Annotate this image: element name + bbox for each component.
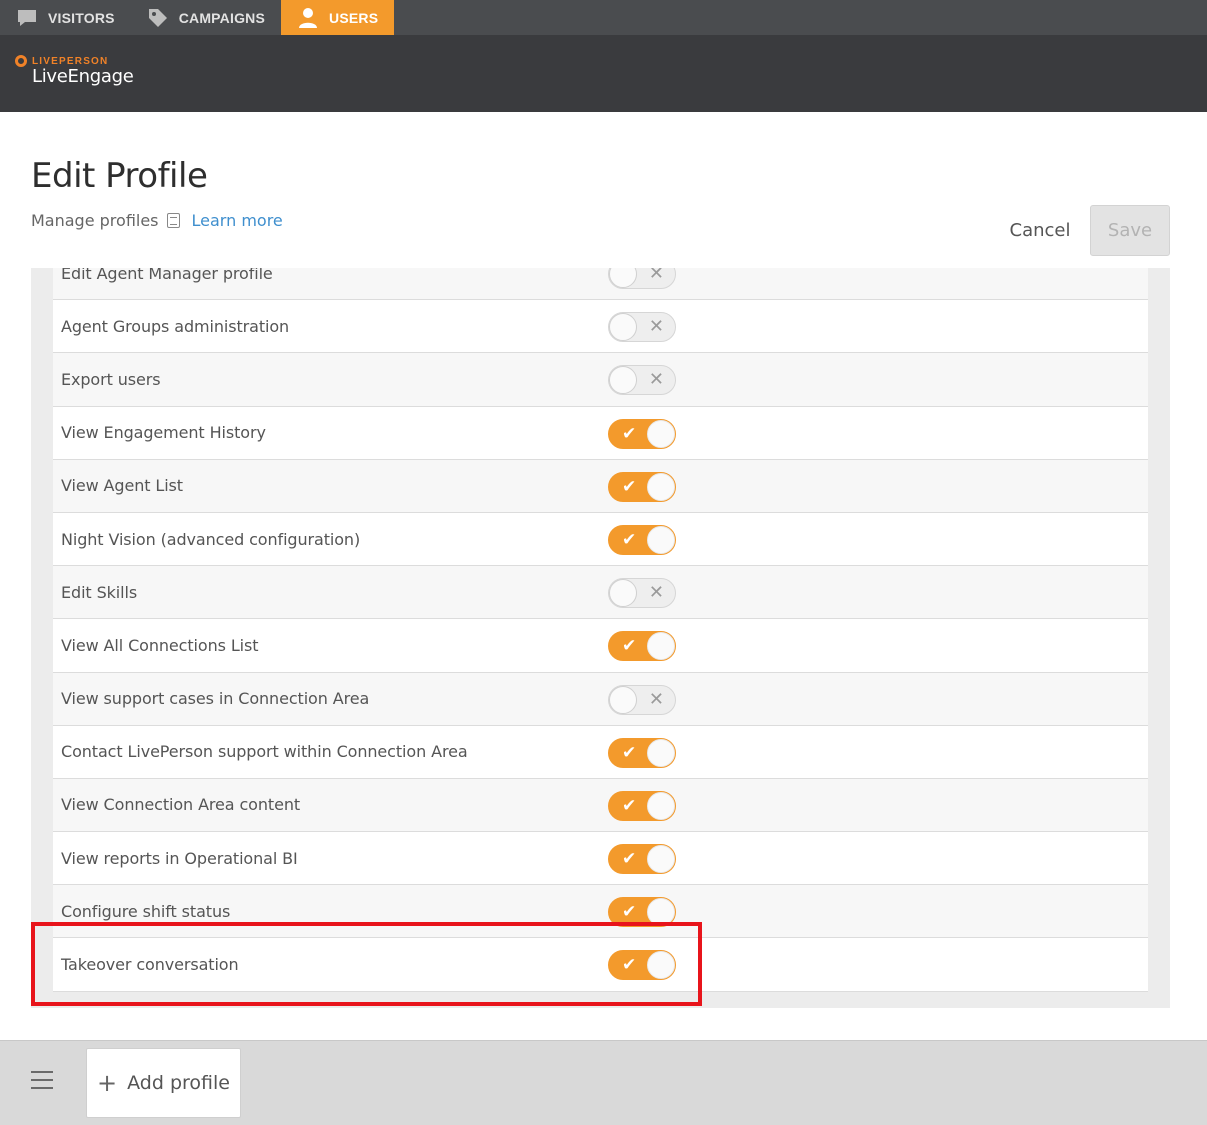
tab-campaigns[interactable]: CAMPAIGNS — [131, 0, 281, 35]
permission-row: Configure shift status ✔ — [53, 885, 1148, 939]
page-subtitle: Manage profiles Learn more — [31, 211, 283, 230]
toggle-knob — [609, 579, 637, 608]
toggle-knob — [647, 951, 675, 980]
permission-label: View Engagement History — [61, 423, 266, 443]
check-icon: ✔ — [622, 902, 637, 923]
permission-row: Night Vision (advanced configuration) ✔ — [53, 512, 1148, 567]
permissions-list: Edit Agent Manager profile ✕ Agent Groups … — [53, 268, 1148, 992]
permission-toggle[interactable]: ✕ — [608, 578, 676, 609]
chat-bubble-icon — [16, 7, 38, 29]
add-profile-button[interactable]: + Add profile — [86, 1048, 241, 1118]
tab-users[interactable]: USERS — [281, 0, 395, 35]
toggle-knob — [609, 313, 637, 342]
permission-row: View reports in Operational BI ✔ — [53, 832, 1148, 886]
permission-toggle[interactable]: ✔ — [608, 790, 676, 821]
toggle-knob — [647, 898, 675, 927]
add-profile-label: Add profile — [127, 1072, 230, 1094]
permission-toggle[interactable]: ✔ — [608, 897, 676, 928]
toggle-knob — [609, 366, 637, 395]
toggle-knob — [647, 738, 675, 767]
plus-icon: + — [97, 1069, 118, 1097]
check-icon: ✔ — [622, 955, 637, 976]
permission-toggle[interactable]: ✕ — [608, 312, 676, 343]
permission-row: View All Connections List ✔ — [53, 619, 1148, 673]
permission-toggle[interactable]: ✔ — [608, 471, 676, 502]
permission-row: Contact LivePerson support within Connec… — [53, 725, 1148, 779]
permission-label: View Connection Area content — [61, 795, 301, 815]
toggle-knob — [609, 268, 637, 288]
permission-label: View reports in Operational BI — [61, 848, 298, 868]
permission-row: View Connection Area content ✔ — [53, 778, 1148, 833]
permission-toggle[interactable]: ✔ — [608, 631, 676, 662]
toggle-knob — [647, 525, 675, 554]
check-icon: ✔ — [622, 476, 637, 497]
toggle-knob — [647, 845, 675, 874]
permission-label: View All Connections List — [61, 635, 259, 655]
permission-label: Edit Agent Manager profile — [61, 268, 273, 283]
tab-visitors[interactable]: VISITORS — [0, 0, 131, 35]
permission-toggle[interactable]: ✕ — [608, 268, 676, 289]
permission-row: Edit Agent Manager profile ✕ — [53, 268, 1148, 301]
app-header: LIVEPERSON LiveEngage — [0, 35, 1207, 112]
user-icon — [297, 7, 319, 29]
liveperson-logo[interactable]: LIVEPERSON LiveEngage — [15, 55, 134, 87]
permission-toggle[interactable]: ✕ — [608, 365, 676, 396]
permission-label: View support cases in Connection Area — [61, 689, 370, 709]
check-icon: ✔ — [622, 529, 637, 550]
x-icon: ✕ — [648, 688, 664, 710]
x-icon: ✕ — [648, 268, 664, 284]
cancel-button[interactable]: Cancel — [1000, 213, 1080, 247]
toggle-knob — [647, 419, 675, 448]
permission-label: Agent Groups administration — [61, 316, 290, 336]
document-icon — [166, 213, 180, 228]
tab-users-label: USERS — [329, 9, 379, 26]
permission-toggle[interactable]: ✔ — [608, 950, 676, 981]
check-icon: ✔ — [622, 742, 637, 763]
check-icon: ✔ — [622, 795, 637, 816]
footer-bar: + Add profile — [0, 1040, 1207, 1125]
hamburger-menu-icon[interactable] — [31, 1071, 53, 1091]
tab-visitors-label: VISITORS — [48, 9, 115, 26]
tab-campaigns-label: CAMPAIGNS — [178, 9, 266, 26]
logo-ring-icon — [15, 55, 27, 67]
toggle-knob — [609, 685, 637, 714]
permission-toggle[interactable]: ✕ — [608, 684, 676, 715]
permission-toggle[interactable]: ✔ — [608, 418, 676, 449]
logo-brand: LIVEPERSON — [32, 55, 109, 67]
check-icon: ✔ — [622, 849, 637, 870]
x-icon: ✕ — [648, 316, 664, 338]
save-button[interactable]: Save — [1090, 205, 1170, 256]
permission-label: Takeover conversation — [61, 955, 239, 975]
permission-label: Edit Skills — [61, 582, 138, 602]
check-icon: ✔ — [622, 636, 637, 657]
x-icon: ✕ — [648, 369, 664, 391]
top-nav-bar: VISITORS CAMPAIGNS USERS — [0, 0, 1207, 35]
permission-label: Export users — [61, 369, 161, 389]
x-icon: ✕ — [648, 582, 664, 604]
toggle-knob — [647, 472, 675, 501]
permission-label: Contact LivePerson support within Connec… — [61, 742, 468, 762]
permission-row: Edit Skills ✕ — [53, 566, 1148, 620]
subtitle-text: Manage profiles — [31, 211, 159, 230]
permission-toggle[interactable]: ✔ — [608, 844, 676, 875]
permission-label: Night Vision (advanced configuration) — [61, 529, 361, 549]
permission-row: View support cases in Connection Area ✕ — [53, 672, 1148, 726]
permission-row: View Engagement History ✔ — [53, 406, 1148, 460]
permission-toggle[interactable]: ✔ — [608, 524, 676, 555]
page-title: Edit Profile — [31, 156, 208, 196]
check-icon: ✔ — [622, 423, 637, 444]
logo-product: LiveEngage — [32, 66, 134, 87]
tag-icon — [147, 7, 169, 29]
toggle-knob — [647, 632, 675, 661]
permission-label: Configure shift status — [61, 901, 231, 921]
toggle-knob — [647, 791, 675, 820]
permission-row: Agent Groups administration ✕ — [53, 300, 1148, 354]
permission-label: View Agent List — [61, 476, 183, 496]
permission-row: Takeover conversation ✔ — [53, 938, 1148, 992]
learn-more-link[interactable]: Learn more — [192, 211, 283, 230]
permission-row: Export users ✕ — [53, 353, 1148, 407]
permissions-panel[interactable]: Edit Agent Manager profile ✕ Agent Groups … — [31, 268, 1170, 1008]
permission-row: View Agent List ✔ — [53, 459, 1148, 513]
permission-toggle[interactable]: ✔ — [608, 737, 676, 768]
